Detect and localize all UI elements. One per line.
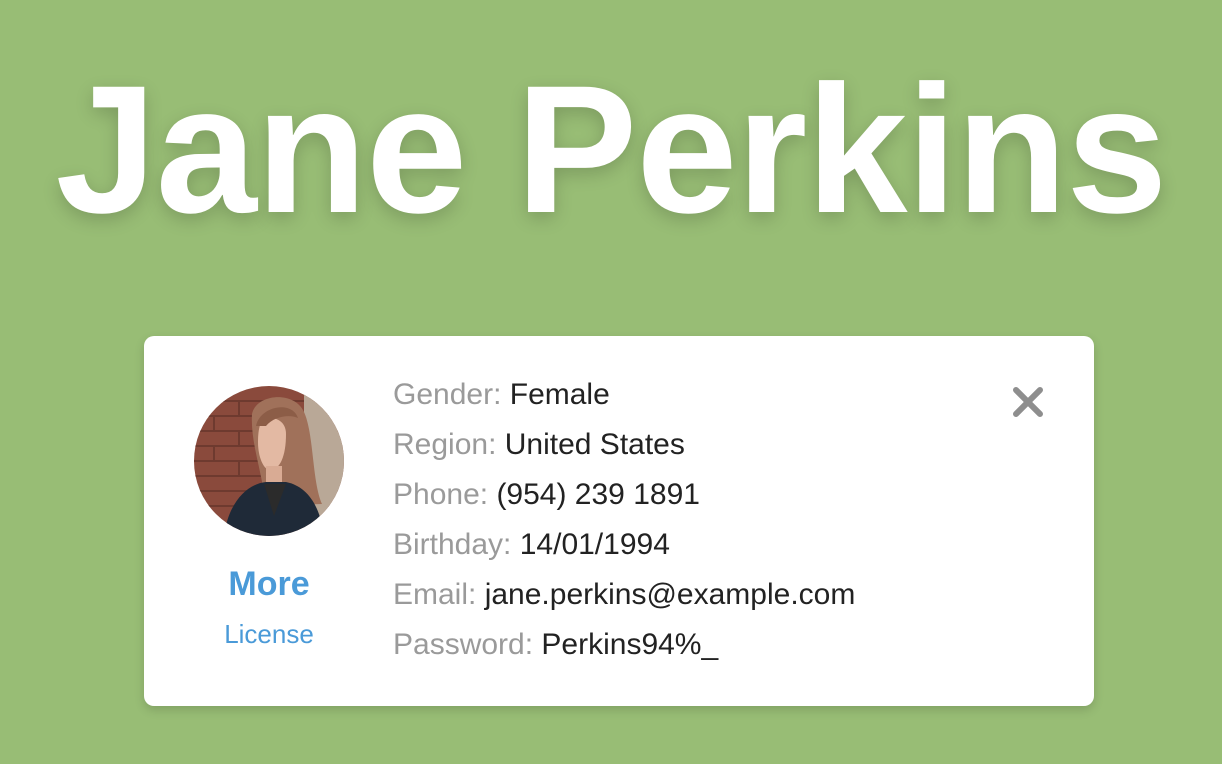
page-title: Jane Perkins [55, 47, 1167, 251]
close-button[interactable] [1008, 382, 1048, 422]
detail-row-region: Region: United States [393, 424, 855, 474]
page: Jane Perkins More License Gender: Female… [0, 0, 1222, 764]
email-label: Email: [393, 578, 477, 611]
birthday-value: 14/01/1994 [519, 528, 670, 561]
detail-row-phone: Phone: (954) 239 1891 [393, 474, 855, 524]
gender-label: Gender: [393, 378, 502, 411]
detail-row-password: Password: Perkins94%_ [393, 624, 855, 674]
email-value: jane.perkins@example.com [484, 578, 856, 611]
phone-label: Phone: [393, 478, 489, 511]
close-icon [1013, 387, 1043, 417]
region-label: Region: [393, 428, 497, 461]
detail-row-email: Email: jane.perkins@example.com [393, 574, 855, 624]
region-value: United States [504, 428, 685, 461]
license-link[interactable]: License [188, 618, 350, 650]
password-value: Perkins94%_ [541, 628, 719, 661]
birthday-label: Birthday: [393, 528, 512, 561]
avatar [194, 386, 344, 536]
profile-card: More License Gender: Female Region: Unit… [144, 336, 1094, 706]
profile-photo-icon [194, 386, 344, 536]
gender-value: Female [509, 378, 610, 411]
phone-value: (954) 239 1891 [496, 478, 700, 511]
more-link[interactable]: More [188, 564, 350, 604]
profile-details: Gender: Female Region: United States Pho… [393, 374, 855, 674]
detail-row-gender: Gender: Female [393, 374, 855, 424]
password-label: Password: [393, 628, 534, 661]
detail-row-birthday: Birthday: 14/01/1994 [393, 524, 855, 574]
